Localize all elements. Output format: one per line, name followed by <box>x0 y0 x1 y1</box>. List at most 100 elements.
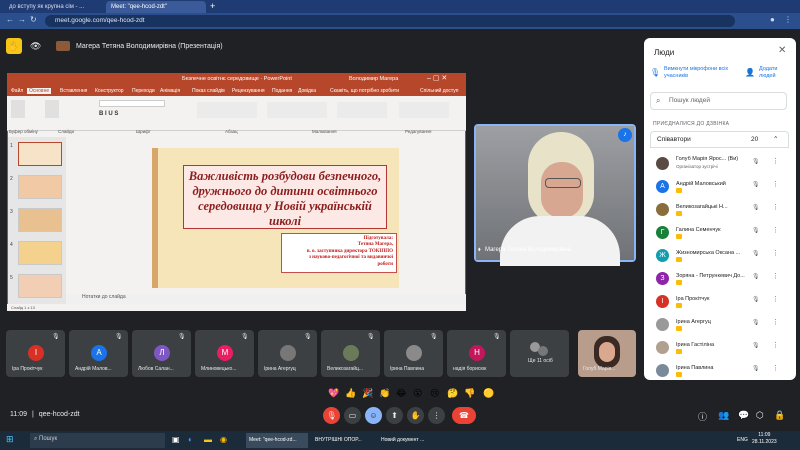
ribbon-group-drawing: Малювання <box>312 129 337 134</box>
font-box <box>99 100 165 107</box>
slide-notes: Нотатки до слайда <box>66 294 466 304</box>
chrome-icon[interactable]: ◉ <box>220 435 227 444</box>
menu-kebab-icon[interactable]: ⋮ <box>784 15 792 24</box>
task-view-icon[interactable]: ▣ <box>172 435 180 444</box>
thumb-number: 3 <box>10 209 13 215</box>
eye-icon[interactable]: 👁 <box>30 41 41 52</box>
more-options-icon[interactable]: ⋮ <box>772 341 779 349</box>
person-row[interactable] <box>650 176 789 198</box>
people-icon[interactable]: 👥 <box>718 410 729 421</box>
mic-off-icon[interactable]: 🎙 <box>752 181 760 188</box>
cohost-badge-icon <box>676 257 682 262</box>
mic-off-icon[interactable]: 🎙 <box>752 158 760 165</box>
more-options-icon[interactable]: ⋮ <box>772 318 779 326</box>
participant-name: Великозагайц... <box>327 366 364 372</box>
mic-toggle-button[interactable]: 🎙 <box>323 407 340 424</box>
mute-all-button[interactable]: 🎙 Вимкнути мікрофони всіх учасників <box>648 64 736 86</box>
people-search-input[interactable]: ⌕ Пошук людей <box>650 92 787 110</box>
reaction-thumbs-down[interactable]: 👎 <box>464 388 475 399</box>
reaction-clap[interactable]: 👏 <box>379 388 390 399</box>
reaction-thumbs-up[interactable]: 👍 <box>345 388 356 399</box>
captions-button[interactable]: ☺ <box>365 407 382 424</box>
taskbar-app-word-doc[interactable]: ВНУТРІШНІ ОПОР... <box>312 433 374 448</box>
mic-off-icon[interactable]: 🎙 <box>752 296 760 303</box>
reaction-thinking[interactable]: 🤔 <box>447 388 458 399</box>
more-options-icon[interactable]: ⋮ <box>772 295 779 303</box>
reaction-surprised[interactable]: 😮 <box>413 388 422 399</box>
activities-icon[interactable]: ⬡ <box>756 410 764 421</box>
person-row[interactable] <box>650 245 789 267</box>
more-options-icon[interactable]: ⋮ <box>772 364 779 372</box>
host-controls-icon[interactable]: 🔒 <box>774 410 785 421</box>
more-options-icon[interactable]: ⋮ <box>772 249 779 257</box>
coworkers-group-header[interactable]: Співавтори 20 ⌃ <box>650 131 789 148</box>
present-button[interactable]: ⬆ <box>386 407 403 424</box>
avatar <box>656 157 669 170</box>
reaction-heart[interactable]: 💖 <box>328 388 339 399</box>
windows-start-icon[interactable]: ⊞ <box>6 434 14 445</box>
taskbar-app-new-doc[interactable]: Новий документ ... <box>378 433 440 448</box>
person-row[interactable] <box>650 199 789 221</box>
mic-off-icon[interactable]: 🎙 <box>752 365 760 372</box>
person-role: Організатор зустрічі <box>676 164 718 169</box>
explorer-icon[interactable]: ▬ <box>204 435 212 444</box>
menu-share: Спільний доступ <box>420 88 459 94</box>
profile-icon[interactable]: ● <box>770 15 775 24</box>
language-indicator[interactable]: ENG <box>737 437 748 443</box>
raise-hand-button[interactable]: ✋ <box>407 407 424 424</box>
end-call-button[interactable]: ☎ <box>452 407 476 424</box>
back-icon[interactable]: ← <box>6 15 14 24</box>
person-name: Іра Прокітчук <box>676 296 710 302</box>
slide-counter: Слайд 1 з 13 <box>11 305 35 310</box>
slide-thumb <box>18 142 62 166</box>
avatar: З <box>656 272 669 285</box>
mic-off-icon[interactable]: 🎙 <box>752 319 760 326</box>
more-options-icon[interactable]: ⋮ <box>772 272 779 280</box>
mic-off-icon[interactable]: 🎙 <box>752 227 760 234</box>
url-field[interactable]: meet.google.com/qee-hcod-zdt <box>45 15 735 27</box>
menu-animation: Анімація <box>160 88 181 94</box>
menu-view: Подання <box>272 88 293 94</box>
add-people-button[interactable]: 👤 Додати людей <box>743 64 791 86</box>
reaction-more[interactable]: 🟡 <box>483 388 494 399</box>
person-row[interactable] <box>650 222 789 244</box>
mic-off-icon[interactable]: 🎙 <box>752 273 760 280</box>
more-options-icon[interactable]: ⋮ <box>772 180 779 188</box>
person-row[interactable] <box>650 314 789 336</box>
chat-icon[interactable]: 💬 <box>738 410 749 421</box>
more-options-button[interactable]: ⋮ <box>428 407 445 424</box>
browser-tab[interactable]: до вступу як крупна сім - ... <box>4 1 104 13</box>
font-style-icons: B I U S <box>99 111 119 117</box>
mic-off-icon[interactable]: 🎙 <box>752 342 760 349</box>
taskbar-search[interactable]: ⌕ Пошук <box>30 433 165 448</box>
mic-off-icon[interactable]: 🎙 <box>752 250 760 257</box>
close-icon[interactable]: ✕ <box>778 45 786 56</box>
info-icon[interactable]: ⓘ <box>698 410 707 423</box>
reaction-party[interactable]: 🎉 <box>362 388 373 399</box>
new-tab-button[interactable]: + <box>210 1 215 11</box>
reaction-sad[interactable]: 😢 <box>430 388 439 399</box>
person-row[interactable] <box>650 268 789 290</box>
avatar: Л <box>154 345 170 361</box>
participant-name: Голуб Марія... <box>583 366 616 372</box>
person-row[interactable] <box>650 291 789 313</box>
forward-icon[interactable]: → <box>18 15 26 24</box>
menu-design: Конструктор <box>95 88 124 94</box>
mic-off-icon[interactable]: 🎙 <box>752 204 760 211</box>
camera-toggle-button[interactable]: ▭ <box>344 407 361 424</box>
reload-icon[interactable]: ↻ <box>30 15 37 24</box>
clock-date: 28.11.2023 <box>752 439 777 445</box>
person-name: Зоряна - Петрункевич До... <box>676 273 745 279</box>
more-options-icon[interactable]: ⋮ <box>772 203 779 211</box>
taskbar-app-meet[interactable]: Meet: "qee-hcod-zd... <box>246 433 308 448</box>
taskbar-clock[interactable]: 11:09 28.11.2023 <box>752 432 777 446</box>
browser-tab-active[interactable]: Meet: "qee-hcod-zdt" <box>106 1 206 13</box>
person-row[interactable] <box>650 360 789 382</box>
edge-icon[interactable]: ◐ <box>188 435 193 444</box>
person-row[interactable] <box>650 337 789 359</box>
slide-title: Важливість розбудови безпечного, дружньо… <box>188 169 382 228</box>
more-options-icon[interactable]: ⋮ <box>772 226 779 234</box>
meeting-code: qee-hcod-zdt <box>38 411 80 418</box>
more-options-icon[interactable]: ⋮ <box>772 157 779 165</box>
reaction-laugh[interactable]: 😂 <box>396 388 407 399</box>
